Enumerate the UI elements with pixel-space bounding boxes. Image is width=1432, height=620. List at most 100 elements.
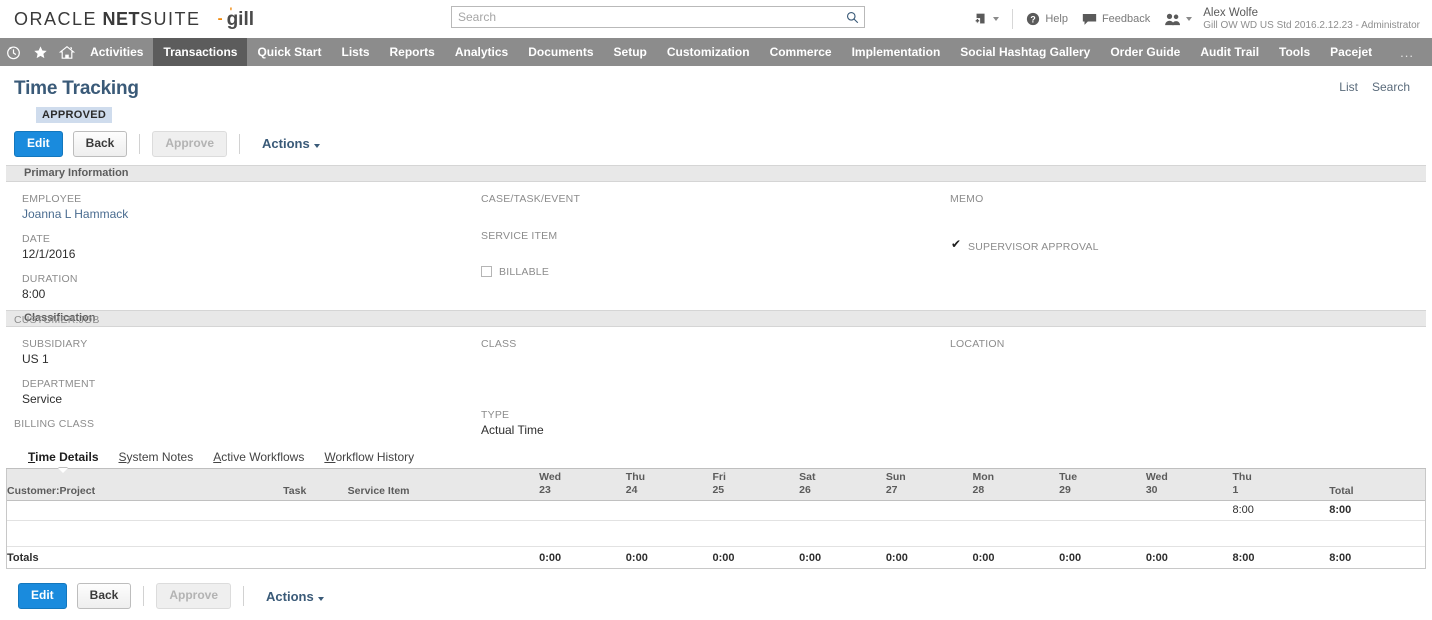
home-icon[interactable] [53,38,80,66]
global-search[interactable] [451,6,865,28]
nav-item-social-hashtag-gallery[interactable]: Social Hashtag Gallery [950,38,1100,66]
cell-task [283,500,348,520]
edit-button[interactable]: Edit [14,131,63,157]
nav-label: Commerce [770,45,832,59]
nav-item-order-guide[interactable]: Order Guide [1100,38,1190,66]
list-link[interactable]: List [1339,80,1358,94]
supervisor-approval-checkbox-row[interactable]: SUPERVISOR APPROVAL [950,241,1099,253]
supervisor-approval-checkbox[interactable] [950,241,961,252]
feedback-label: Feedback [1102,13,1150,25]
nav-item-audit-trail[interactable]: Audit Trail [1190,38,1269,66]
help-label: Help [1045,13,1068,25]
tab-active-workflows[interactable]: Active Workflows [203,450,314,468]
col-task[interactable]: Task [283,469,348,501]
customer-job-label: CUSTOMER:JOB [14,313,128,327]
cell-day-1 [626,500,713,520]
billable-checkbox[interactable] [481,266,492,277]
help-button[interactable]: ? Help [1019,0,1075,38]
table-row-blank[interactable] [7,520,1425,546]
service-item-label: SERVICE ITEM [481,229,580,243]
tab-system-notes[interactable]: System Notes [109,450,204,468]
feedback-icon [1082,12,1097,26]
nav-item-commerce[interactable]: Commerce [760,38,842,66]
employee-label: EMPLOYEE [22,192,128,206]
classification-column-2: CLASS TYPE Actual Time [481,337,544,449]
bottom-button-row: Edit Back Approve Actions [0,569,1432,617]
table-header-row: Customer:Project Task Service Item Wed23… [7,469,1425,501]
billable-checkbox-row[interactable]: BILLABLE [481,266,580,278]
day-of-week: Sat [799,471,886,484]
col-day-2[interactable]: Fri25 [712,469,799,501]
totals-day-2: 0:00 [712,546,799,568]
col-total[interactable]: Total [1329,469,1425,501]
nav-label: Customization [667,45,750,59]
nav-label: Social Hashtag Gallery [960,45,1090,59]
role-switcher[interactable] [1157,0,1194,38]
account-logo: - ' gill [227,10,254,29]
user-info[interactable]: Alex Wolfe Gill OW WD US Std 2016.2.12.2… [1194,0,1420,38]
cell-day-5 [972,500,1059,520]
back-button[interactable]: Back [73,131,128,157]
primary-column-2: CASE/TASK/EVENT SERVICE ITEM BILLABLE [481,192,580,278]
nav-item-quick-start[interactable]: Quick Start [247,38,331,66]
actions-menu-button-bottom[interactable]: Actions [266,589,324,604]
cell-day-6 [1059,500,1146,520]
primary-column-1: EMPLOYEE Joanna L Hammack DATE 12/1/2016… [22,192,128,337]
search-icon[interactable] [840,7,864,27]
day-number: 28 [972,484,1059,497]
day-number: 23 [539,484,626,497]
tab-label: ime Details [35,450,98,464]
nav-item-activities[interactable]: Activities [80,38,153,66]
nav-overflow-button[interactable]: ... [1382,38,1432,66]
day-number: 29 [1059,484,1146,497]
col-day-5[interactable]: Mon28 [972,469,1059,501]
col-day-3[interactable]: Sat26 [799,469,886,501]
col-day-6[interactable]: Tue29 [1059,469,1146,501]
actions-menu-button[interactable]: Actions [262,136,320,151]
nav-item-reports[interactable]: Reports [380,38,445,66]
col-customer-project[interactable]: Customer:Project [7,469,283,501]
table-row[interactable]: 8:00 8:00 [7,500,1425,520]
billing-class-label: BILLING CLASS [14,417,95,431]
nav-item-setup[interactable]: Setup [604,38,657,66]
employee-value[interactable]: Joanna L Hammack [22,206,128,222]
button-divider [143,586,144,606]
totals-spacer-task [283,546,348,568]
nav-label: Setup [614,45,647,59]
recent-records-icon[interactable] [0,38,27,66]
nav-item-tools[interactable]: Tools [1269,38,1320,66]
search-link[interactable]: Search [1372,80,1410,94]
day-number: 27 [886,484,973,497]
back-button-bottom[interactable]: Back [77,583,132,609]
nav-item-transactions[interactable]: Transactions [153,38,247,66]
col-service-item[interactable]: Service Item [348,469,539,501]
tab-label: ctive Workflows [221,450,304,464]
feedback-button[interactable]: Feedback [1075,0,1157,38]
service-item-field: SERVICE ITEM [481,229,580,256]
create-new-menu[interactable] [966,0,1006,38]
col-day-8[interactable]: Thu1 [1233,469,1330,501]
tab-time-details[interactable]: Time Details [18,450,109,468]
nav-item-analytics[interactable]: Analytics [445,38,518,66]
page-title: Time Tracking [14,78,1432,100]
shortcuts-star-icon[interactable] [27,38,54,66]
brand-logos: ORACLE NETSUITE - ' gill [14,9,254,30]
nav-item-pacejet[interactable]: Pacejet [1320,38,1382,66]
edit-button-bottom[interactable]: Edit [18,583,67,609]
type-value: Actual Time [481,422,544,438]
nav-item-implementation[interactable]: Implementation [842,38,951,66]
actions-label: Actions [266,589,314,604]
nav-item-documents[interactable]: Documents [518,38,603,66]
nav-item-lists[interactable]: Lists [331,38,379,66]
case-task-event-field: CASE/TASK/EVENT [481,192,580,219]
col-day-0[interactable]: Wed23 [539,469,626,501]
col-day-1[interactable]: Thu24 [626,469,713,501]
nav-label: Tools [1279,45,1310,59]
search-input[interactable] [452,7,840,27]
nav-item-customization[interactable]: Customization [657,38,760,66]
type-field: TYPE Actual Time [481,408,544,438]
col-day-7[interactable]: Wed30 [1146,469,1233,501]
tab-workflow-history[interactable]: Workflow History [314,450,424,468]
col-day-4[interactable]: Sun27 [886,469,973,501]
day-of-week: Mon [972,471,1059,484]
